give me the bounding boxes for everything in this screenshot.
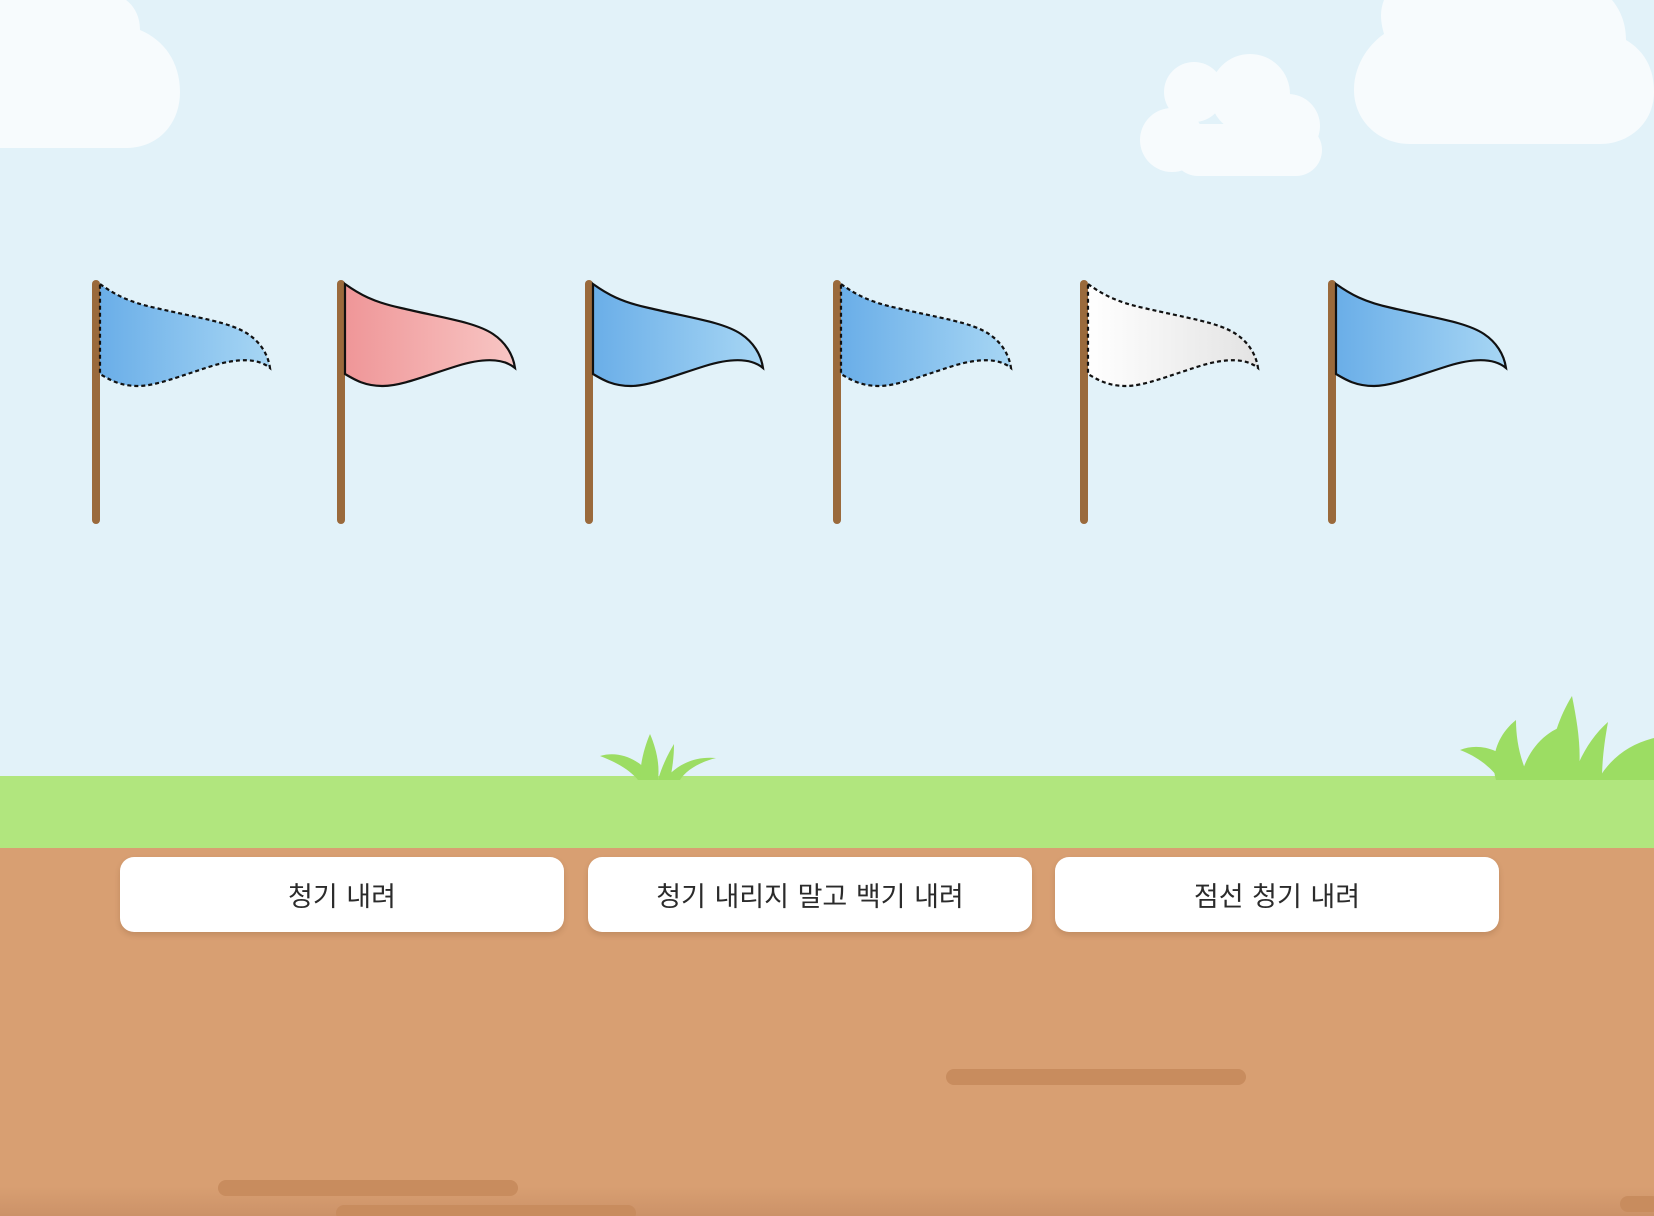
flag-icon <box>1080 280 1260 524</box>
command-buttons: 청기 내려 청기 내리지 말고 백기 내려 점선 청기 내려 <box>0 857 1654 933</box>
flag-cloth <box>1334 281 1508 388</box>
flag-icon <box>92 280 272 524</box>
dirt-streak <box>1620 1196 1654 1212</box>
flag-cloth <box>343 281 517 388</box>
flag-icon <box>833 280 1013 524</box>
grass-tuft-icon <box>600 734 716 780</box>
flag-icon <box>1328 280 1508 524</box>
cloud-icon <box>0 0 180 148</box>
dirt-streak <box>218 1180 518 1196</box>
cloud-icon <box>1140 54 1322 176</box>
flag-icon <box>337 280 517 524</box>
flag-cloth <box>839 281 1013 388</box>
flag-blue-solid <box>581 276 791 528</box>
flag-blue-dashed <box>829 276 1039 528</box>
flag-cloth <box>591 281 765 388</box>
dirt-streak <box>336 1205 636 1216</box>
command-button-dashed-blue-down[interactable]: 점선 청기 내려 <box>1055 857 1499 932</box>
flag-white-dashed <box>1076 276 1286 528</box>
flag-icon <box>585 280 765 524</box>
command-button-blue-down[interactable]: 청기 내려 <box>120 857 564 932</box>
game-scene: 청기 내려 청기 내리지 말고 백기 내려 점선 청기 내려 <box>0 0 1654 1216</box>
flag-cloth <box>98 281 272 388</box>
grass-strip <box>0 776 1654 848</box>
flag-blue-dashed <box>88 276 298 528</box>
flag-cloth <box>1086 281 1260 388</box>
flag-red-solid <box>333 276 543 528</box>
grass-tuft-icon <box>1460 696 1654 780</box>
dirt-streak <box>946 1069 1246 1085</box>
flags-row <box>0 276 1654 536</box>
flag-blue-solid <box>1324 276 1534 528</box>
command-button-blue-stay-white-down[interactable]: 청기 내리지 말고 백기 내려 <box>588 857 1032 932</box>
cloud-icon <box>1354 0 1654 144</box>
